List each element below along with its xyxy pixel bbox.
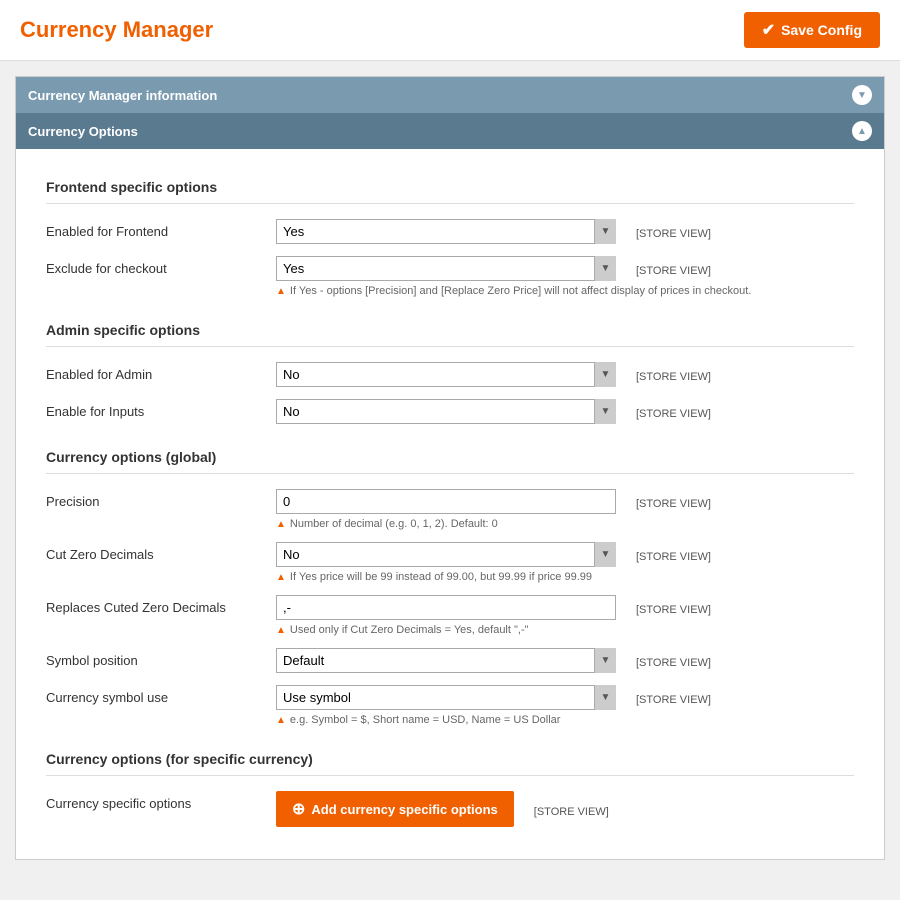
cut-zero-select-wrapper: No Yes ▼	[276, 542, 616, 567]
save-config-button[interactable]: ✔ Save Config	[744, 12, 880, 48]
options-collapse-arrow[interactable]: ▲	[852, 121, 872, 141]
cut-zero-label: Cut Zero Decimals	[46, 542, 276, 562]
hint-triangle-icon: ▲	[276, 286, 286, 297]
precision-hint: ▲ Number of decimal (e.g. 0, 1, 2). Defa…	[276, 518, 854, 530]
exclude-checkout-select-wrapper: Yes No ▼	[276, 256, 616, 281]
replaces-row: Replaces Cuted Zero Decimals [STORE VIEW…	[46, 595, 854, 636]
enabled-frontend-label: Enabled for Frontend	[46, 219, 276, 239]
symbol-pos-select[interactable]: Default Before After	[276, 648, 616, 673]
replaces-hint: ▲ Used only if Cut Zero Decimals = Yes, …	[276, 624, 854, 636]
info-collapse-arrow[interactable]: ▼	[852, 85, 872, 105]
page-title: Currency Manager	[20, 17, 213, 43]
replaces-input[interactable]	[276, 595, 616, 620]
enable-inputs-select-wrapper: No Yes ▼	[276, 399, 616, 424]
frontend-section-title: Frontend specific options	[46, 179, 854, 204]
specific-options-row: Currency specific options ⊕ Add currency…	[46, 791, 854, 827]
info-section-header[interactable]: Currency Manager information ▼	[16, 77, 884, 113]
currency-symbol-label: Currency symbol use	[46, 685, 276, 705]
cut-zero-hint: ▲ If Yes price will be 99 instead of 99.…	[276, 571, 854, 583]
replaces-hint-text: Used only if Cut Zero Decimals = Yes, de…	[290, 624, 529, 636]
currency-symbol-select[interactable]: Use symbol Use short name Use name	[276, 685, 616, 710]
enabled-admin-label: Enabled for Admin	[46, 362, 276, 382]
exclude-checkout-store-view: [STORE VIEW]	[636, 260, 711, 277]
cut-zero-field: No Yes ▼ [STORE VIEW] ▲ If Yes price wil…	[276, 542, 854, 583]
currency-symbol-store-view: [STORE VIEW]	[636, 689, 711, 706]
enabled-frontend-field: Yes No ▼ [STORE VIEW]	[276, 219, 854, 244]
precision-row: Precision [STORE VIEW] ▲ Number of decim…	[46, 489, 854, 530]
cut-zero-row: Cut Zero Decimals No Yes ▼ [STORE VIEW] …	[46, 542, 854, 583]
specific-options-store-view: [STORE VIEW]	[534, 801, 609, 818]
exclude-checkout-label: Exclude for checkout	[46, 256, 276, 276]
cut-zero-store-view: [STORE VIEW]	[636, 546, 711, 563]
options-section-title: Currency Options	[28, 124, 138, 139]
precision-hint-triangle: ▲	[276, 519, 286, 530]
precision-field: [STORE VIEW] ▲ Number of decimal (e.g. 0…	[276, 489, 854, 530]
enable-inputs-label: Enable for Inputs	[46, 399, 276, 419]
symbol-pos-field: Default Before After ▼ [STORE VIEW]	[276, 648, 854, 673]
exclude-checkout-hint: ▲ If Yes - options [Precision] and [Repl…	[276, 285, 854, 297]
options-section-content: Frontend specific options Enabled for Fr…	[16, 149, 884, 859]
page-header: Currency Manager ✔ Save Config	[0, 0, 900, 61]
replaces-store-view: [STORE VIEW]	[636, 599, 711, 616]
precision-hint-text: Number of decimal (e.g. 0, 1, 2). Defaul…	[290, 518, 498, 530]
currency-symbol-hint: ▲ e.g. Symbol = $, Short name = USD, Nam…	[276, 714, 854, 726]
currency-symbol-select-wrapper: Use symbol Use short name Use name ▼	[276, 685, 616, 710]
replaces-label: Replaces Cuted Zero Decimals	[46, 595, 276, 615]
enabled-frontend-store-view: [STORE VIEW]	[636, 223, 711, 240]
options-section-header[interactable]: Currency Options ▲	[16, 113, 884, 149]
currency-symbol-row: Currency symbol use Use symbol Use short…	[46, 685, 854, 726]
main-content: Currency Manager information ▼ Currency …	[15, 76, 885, 860]
cut-zero-hint-text: If Yes price will be 99 instead of 99.00…	[290, 571, 592, 583]
cut-zero-select[interactable]: No Yes	[276, 542, 616, 567]
precision-input[interactable]	[276, 489, 616, 514]
enable-inputs-select[interactable]: No Yes	[276, 399, 616, 424]
exclude-checkout-row: Exclude for checkout Yes No ▼ [STORE VIE…	[46, 256, 854, 297]
info-section-title: Currency Manager information	[28, 88, 217, 103]
plus-circle-icon: ⊕	[292, 799, 305, 819]
specific-options-field: ⊕ Add currency specific options [STORE V…	[276, 791, 854, 827]
currency-symbol-hint-triangle: ▲	[276, 715, 286, 726]
cut-zero-hint-triangle: ▲	[276, 572, 286, 583]
add-options-label: Add currency specific options	[311, 802, 497, 817]
enabled-admin-row: Enabled for Admin No Yes ▼ [STORE VIEW]	[46, 362, 854, 387]
enabled-admin-select[interactable]: No Yes	[276, 362, 616, 387]
symbol-pos-store-view: [STORE VIEW]	[636, 652, 711, 669]
currency-symbol-hint-text: e.g. Symbol = $, Short name = USD, Name …	[290, 714, 561, 726]
replaces-field: [STORE VIEW] ▲ Used only if Cut Zero Dec…	[276, 595, 854, 636]
admin-section-title: Admin specific options	[46, 322, 854, 347]
enabled-frontend-row: Enabled for Frontend Yes No ▼ [STORE VIE…	[46, 219, 854, 244]
enabled-admin-select-wrapper: No Yes ▼	[276, 362, 616, 387]
specific-section-title: Currency options (for specific currency)	[46, 751, 854, 776]
replaces-hint-triangle: ▲	[276, 625, 286, 636]
global-section-title: Currency options (global)	[46, 449, 854, 474]
exclude-checkout-select[interactable]: Yes No	[276, 256, 616, 281]
enabled-admin-store-view: [STORE VIEW]	[636, 366, 711, 383]
check-icon: ✔	[762, 20, 775, 40]
exclude-checkout-field: Yes No ▼ [STORE VIEW] ▲ If Yes - options…	[276, 256, 854, 297]
precision-store-view: [STORE VIEW]	[636, 493, 711, 510]
exclude-checkout-hint-text: If Yes - options [Precision] and [Replac…	[290, 285, 751, 297]
enabled-frontend-select-wrapper: Yes No ▼	[276, 219, 616, 244]
enable-inputs-store-view: [STORE VIEW]	[636, 403, 711, 420]
symbol-pos-select-wrapper: Default Before After ▼	[276, 648, 616, 673]
add-currency-options-button[interactable]: ⊕ Add currency specific options	[276, 791, 514, 827]
enable-inputs-row: Enable for Inputs No Yes ▼ [STORE VIEW]	[46, 399, 854, 424]
symbol-pos-row: Symbol position Default Before After ▼ […	[46, 648, 854, 673]
symbol-pos-label: Symbol position	[46, 648, 276, 668]
save-config-label: Save Config	[781, 22, 862, 38]
enabled-admin-field: No Yes ▼ [STORE VIEW]	[276, 362, 854, 387]
currency-symbol-field: Use symbol Use short name Use name ▼ [ST…	[276, 685, 854, 726]
specific-options-label: Currency specific options	[46, 791, 276, 811]
precision-label: Precision	[46, 489, 276, 509]
enable-inputs-field: No Yes ▼ [STORE VIEW]	[276, 399, 854, 424]
enabled-frontend-select[interactable]: Yes No	[276, 219, 616, 244]
